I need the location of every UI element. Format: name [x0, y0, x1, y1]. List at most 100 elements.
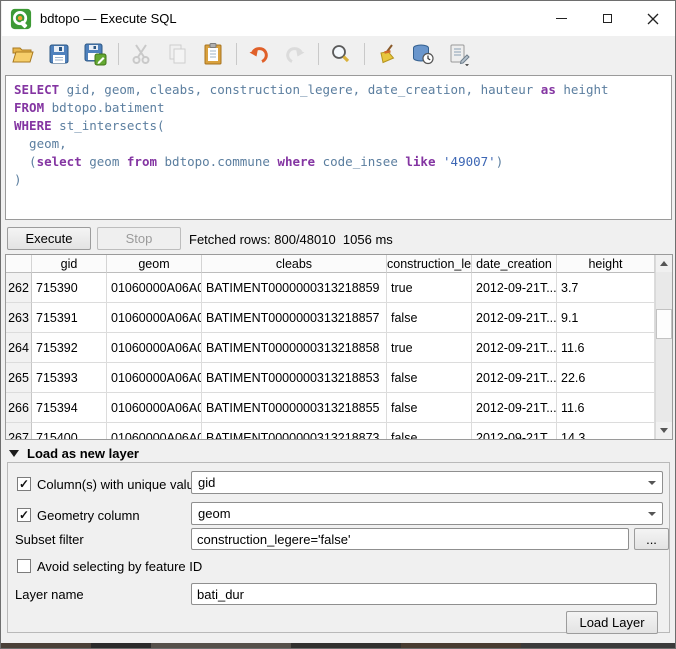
table-cell[interactable]: 715392: [32, 333, 107, 363]
row-number-cell[interactable]: 265: [6, 363, 32, 393]
unique-values-combo[interactable]: gid: [191, 471, 663, 494]
table-cell[interactable]: 22.6: [557, 363, 655, 393]
table-cell[interactable]: BATIMENT0000000313218857: [202, 303, 387, 333]
load-as-new-layer-header[interactable]: Load as new layer: [9, 446, 139, 461]
table-row[interactable]: 26771540001060000A06A0...BATIMENT0000000…: [6, 423, 655, 440]
table-cell[interactable]: false: [387, 303, 472, 333]
combo-dropdown-icon: [642, 503, 662, 524]
subset-filter-input[interactable]: [191, 528, 629, 550]
row-number-cell[interactable]: 266: [6, 393, 32, 423]
table-cell[interactable]: 2012-09-21T...: [472, 393, 557, 423]
table-cell[interactable]: false: [387, 363, 472, 393]
scrollbar-track[interactable]: [656, 272, 672, 422]
table-row[interactable]: 26471539201060000A06A0...BATIMENT0000000…: [6, 333, 655, 363]
scrollbar-thumb[interactable]: [656, 309, 672, 339]
clear-button[interactable]: [372, 39, 402, 69]
copy-button[interactable]: [162, 39, 192, 69]
toolbar: [2, 36, 676, 72]
vertical-scrollbar[interactable]: [655, 255, 672, 439]
scroll-down-icon: [660, 428, 668, 433]
open-file-button[interactable]: [8, 39, 38, 69]
paste-button[interactable]: [198, 39, 228, 69]
table-cell[interactable]: 11.6: [557, 333, 655, 363]
row-number-cell[interactable]: 267: [6, 423, 32, 440]
load-layer-button[interactable]: Load Layer: [566, 611, 658, 634]
layer-name-input[interactable]: [191, 583, 657, 605]
table-cell[interactable]: 11.6: [557, 393, 655, 423]
table-cell[interactable]: BATIMENT0000000313218855: [202, 393, 387, 423]
table-cell[interactable]: 715393: [32, 363, 107, 393]
row-number-cell[interactable]: 262: [6, 273, 32, 303]
stop-button[interactable]: Stop: [97, 227, 181, 250]
table-cell[interactable]: 715394: [32, 393, 107, 423]
maximize-button[interactable]: [584, 1, 630, 36]
undo-button[interactable]: [244, 39, 274, 69]
table-cell[interactable]: 01060000A06A0...: [107, 303, 202, 333]
save-button[interactable]: [44, 39, 74, 69]
table-cell[interactable]: BATIMENT0000000313218859: [202, 273, 387, 303]
zoom-button[interactable]: [326, 39, 356, 69]
table-cell[interactable]: 01060000A06A0...: [107, 423, 202, 440]
table-cell[interactable]: true: [387, 333, 472, 363]
minimize-button[interactable]: [538, 1, 584, 36]
table-cell[interactable]: 2012-09-21T...: [472, 333, 557, 363]
geometry-column-checkbox[interactable]: [17, 508, 31, 522]
maximize-icon: [603, 14, 612, 23]
table-cell[interactable]: true: [387, 273, 472, 303]
table-cell[interactable]: 3.7: [557, 273, 655, 303]
table-cell[interactable]: 2012-09-21T...: [472, 303, 557, 333]
table-cell[interactable]: 01060000A06A0...: [107, 333, 202, 363]
browse-filter-button[interactable]: ...: [634, 528, 669, 550]
sql-line: geom,: [14, 135, 671, 153]
table-cell[interactable]: BATIMENT0000000313218853: [202, 363, 387, 393]
create-view-button[interactable]: [444, 39, 474, 69]
close-button[interactable]: [630, 1, 676, 36]
table-cell[interactable]: false: [387, 423, 472, 440]
table-cell[interactable]: false: [387, 393, 472, 423]
title-bar[interactable]: bdtopo — Execute SQL: [2, 1, 676, 36]
toolbar-separator: [364, 43, 365, 65]
column-header[interactable]: gid: [32, 255, 107, 273]
zoom-icon: [329, 42, 353, 66]
scroll-down-button[interactable]: [656, 422, 672, 439]
table-cell[interactable]: 01060000A06A0...: [107, 363, 202, 393]
table-cell[interactable]: 2012-09-21T...: [472, 423, 557, 440]
table-row[interactable]: 26571539301060000A06A0...BATIMENT0000000…: [6, 363, 655, 393]
row-number-cell[interactable]: 264: [6, 333, 32, 363]
execute-button[interactable]: Execute: [7, 227, 91, 250]
avoid-feature-id-checkbox[interactable]: [17, 559, 31, 573]
table-row[interactable]: 26671539401060000A06A0...BATIMENT0000000…: [6, 393, 655, 423]
geometry-column-label: Geometry column: [37, 508, 140, 523]
table-cell[interactable]: 01060000A06A0...: [107, 273, 202, 303]
column-header[interactable]: geom: [107, 255, 202, 273]
table-cell[interactable]: 715391: [32, 303, 107, 333]
save-as-button[interactable]: [80, 39, 110, 69]
table-cell[interactable]: 01060000A06A0...: [107, 393, 202, 423]
unique-values-checkbox[interactable]: [17, 477, 31, 491]
table-cell[interactable]: BATIMENT0000000313218858: [202, 333, 387, 363]
table-cell[interactable]: 14.3: [557, 423, 655, 440]
table-cell[interactable]: 2012-09-21T...: [472, 273, 557, 303]
query-history-button[interactable]: [408, 39, 438, 69]
table-cell[interactable]: 9.1: [557, 303, 655, 333]
table-row[interactable]: 26271539001060000A06A0...BATIMENT0000000…: [6, 273, 655, 303]
table-cell[interactable]: 715400: [32, 423, 107, 440]
row-number-cell[interactable]: 263: [6, 303, 32, 333]
sql-line: (select geom from bdtopo.commune where c…: [14, 153, 671, 171]
scroll-up-icon: [660, 261, 668, 266]
table-corner-cell: [6, 255, 32, 273]
table-cell[interactable]: BATIMENT0000000313218873: [202, 423, 387, 440]
sql-editor[interactable]: SELECT gid, geom, cleabs, construction_l…: [5, 75, 672, 220]
column-header[interactable]: height: [557, 255, 655, 273]
table-cell[interactable]: 2012-09-21T...: [472, 363, 557, 393]
column-header[interactable]: construction_legere: [387, 255, 472, 273]
redo-button[interactable]: [280, 39, 310, 69]
table-row[interactable]: 26371539101060000A06A0...BATIMENT0000000…: [6, 303, 655, 333]
create-view-icon: [447, 42, 471, 66]
cut-button[interactable]: [126, 39, 156, 69]
column-header[interactable]: cleabs: [202, 255, 387, 273]
scroll-up-button[interactable]: [656, 255, 672, 272]
column-header[interactable]: date_creation: [472, 255, 557, 273]
table-cell[interactable]: 715390: [32, 273, 107, 303]
geometry-column-combo[interactable]: geom: [191, 502, 663, 525]
